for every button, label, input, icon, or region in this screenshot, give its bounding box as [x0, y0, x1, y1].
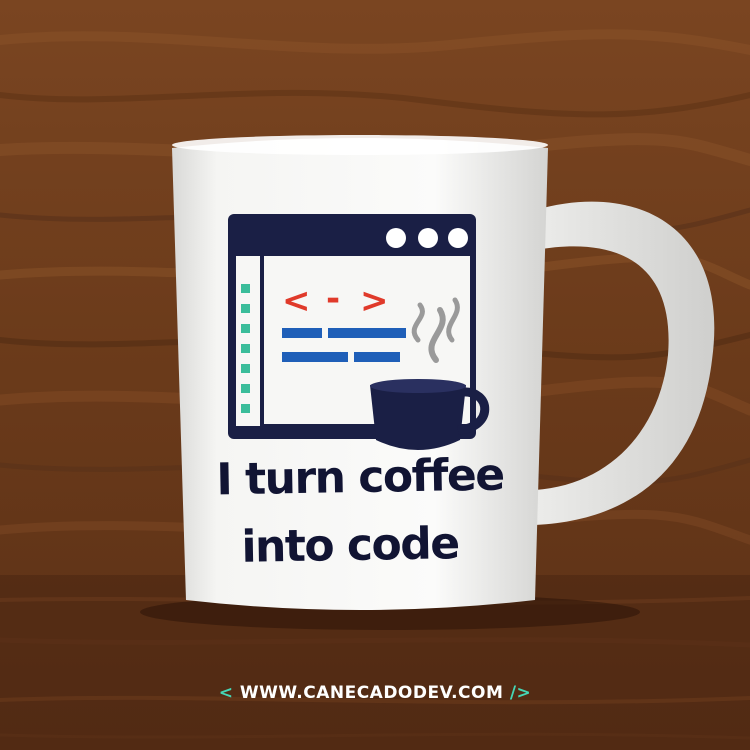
code-open-glyph: < — [282, 281, 311, 321]
mug-rim — [172, 135, 548, 155]
scene-illustration: < - > — [0, 0, 750, 750]
website-watermark: < WWW.CANECADODEV.COM /> — [0, 683, 750, 703]
window-gutter — [236, 256, 260, 426]
window-dot-icon — [448, 228, 468, 248]
product-photo: < - > I turn coffee into code < WWW.CANE… — [0, 0, 750, 750]
slogan-line-2: into code — [240, 518, 459, 573]
code-dash-glyph: - — [326, 279, 340, 319]
window-dot-icon — [386, 228, 406, 248]
watermark-close-bracket: /> — [509, 683, 532, 703]
window-dot-icon — [418, 228, 438, 248]
code-close-glyph: > — [360, 281, 389, 321]
watermark-open-bracket: < — [218, 683, 234, 703]
watermark-url: WWW.CANECADODEV.COM — [239, 683, 504, 703]
slogan-line-1: I turn coffee — [215, 449, 505, 506]
